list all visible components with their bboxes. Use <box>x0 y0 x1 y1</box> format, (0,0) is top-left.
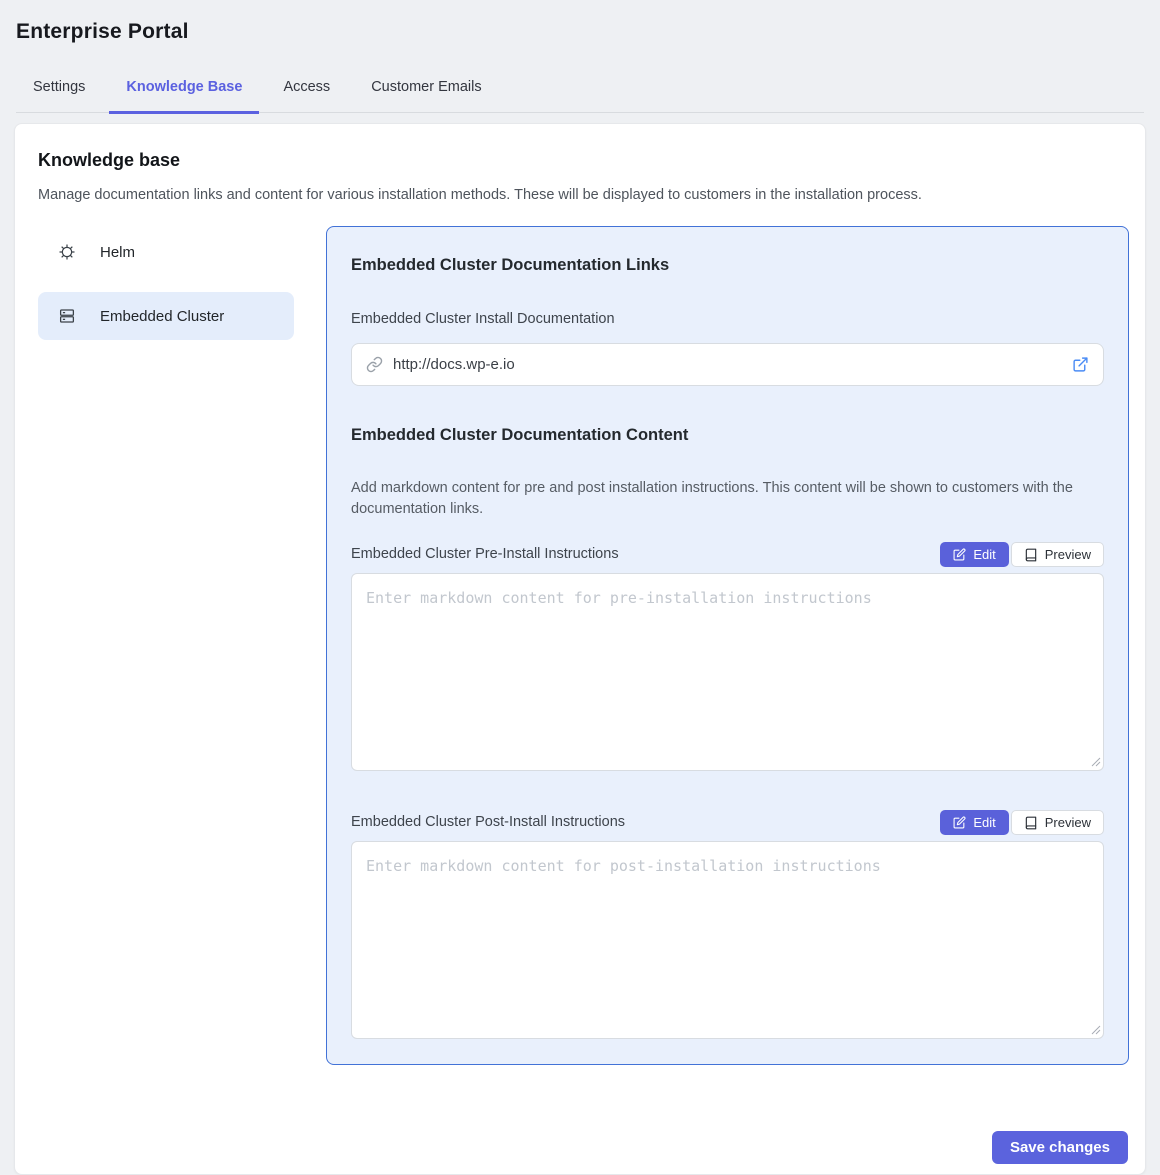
save-changes-button[interactable]: Save changes <box>992 1131 1128 1164</box>
install-doc-input[interactable] <box>393 356 1062 373</box>
post-install-textarea-wrap <box>351 841 1104 1039</box>
preview-button[interactable]: Preview <box>1011 810 1104 835</box>
post-install-mode-toggle: Edit Preview <box>940 810 1104 835</box>
sidebar-item-label: Helm <box>100 244 135 261</box>
edit-pencil-icon <box>953 548 966 561</box>
app-title: Enterprise Portal <box>16 19 1144 45</box>
app-header: Enterprise Portal <box>0 0 1160 45</box>
edit-button[interactable]: Edit <box>940 542 1008 567</box>
content-section-description: Add markdown content for pre and post in… <box>351 478 1104 519</box>
install-doc-label: Embedded Cluster Install Documentation <box>351 310 1104 328</box>
edit-button[interactable]: Edit <box>940 810 1008 835</box>
post-install-label: Embedded Cluster Post-Install Instructio… <box>351 813 625 831</box>
preview-button-label: Preview <box>1045 542 1091 567</box>
pre-install-textarea[interactable] <box>351 573 1104 771</box>
edit-button-label: Edit <box>973 542 995 567</box>
book-icon <box>1024 816 1038 830</box>
preview-button[interactable]: Preview <box>1011 542 1104 567</box>
external-link-icon[interactable] <box>1072 356 1089 373</box>
sidebar-item-embedded-cluster[interactable]: Embedded Cluster <box>38 292 294 340</box>
tab-bar: Settings Knowledge Base Access Customer … <box>16 67 1144 113</box>
links-section-title: Embedded Cluster Documentation Links <box>351 255 1104 275</box>
preview-button-label: Preview <box>1045 810 1091 835</box>
sidebar-item-helm[interactable]: Helm <box>38 231 294 273</box>
post-install-header-row: Embedded Cluster Post-Install Instructio… <box>351 810 1104 835</box>
knowledge-base-card: Knowledge base Manage documentation link… <box>14 123 1146 1175</box>
pre-install-header-row: Embedded Cluster Pre-Install Instruction… <box>351 542 1104 567</box>
helm-icon <box>58 243 76 261</box>
tab-access[interactable]: Access <box>266 67 347 114</box>
embedded-cluster-panel: Embedded Cluster Documentation Links Emb… <box>326 226 1129 1065</box>
install-method-nav: Helm Embedded Cluster <box>38 226 294 1065</box>
tab-knowledge-base[interactable]: Knowledge Base <box>109 67 259 114</box>
page-description: Manage documentation links and content f… <box>38 185 1129 205</box>
content-section-title: Embedded Cluster Documentation Content <box>351 425 1104 445</box>
pre-install-textarea-wrap <box>351 573 1104 771</box>
install-doc-input-wrap <box>351 343 1104 386</box>
edit-pencil-icon <box>953 816 966 829</box>
pre-install-mode-toggle: Edit Preview <box>940 542 1104 567</box>
page-title: Knowledge base <box>38 149 1129 171</box>
tab-settings[interactable]: Settings <box>16 67 102 114</box>
content-columns: Helm Embedded Cluster Embedded Cluster D… <box>38 226 1129 1065</box>
pre-install-label: Embedded Cluster Pre-Install Instruction… <box>351 545 619 563</box>
link-icon <box>366 356 383 373</box>
server-stack-icon <box>58 307 76 325</box>
book-icon <box>1024 548 1038 562</box>
edit-button-label: Edit <box>973 810 995 835</box>
tab-customer-emails[interactable]: Customer Emails <box>354 67 498 114</box>
post-install-textarea[interactable] <box>351 841 1104 1039</box>
sidebar-item-label: Embedded Cluster <box>100 308 224 325</box>
save-row: Save changes <box>38 1131 1129 1164</box>
